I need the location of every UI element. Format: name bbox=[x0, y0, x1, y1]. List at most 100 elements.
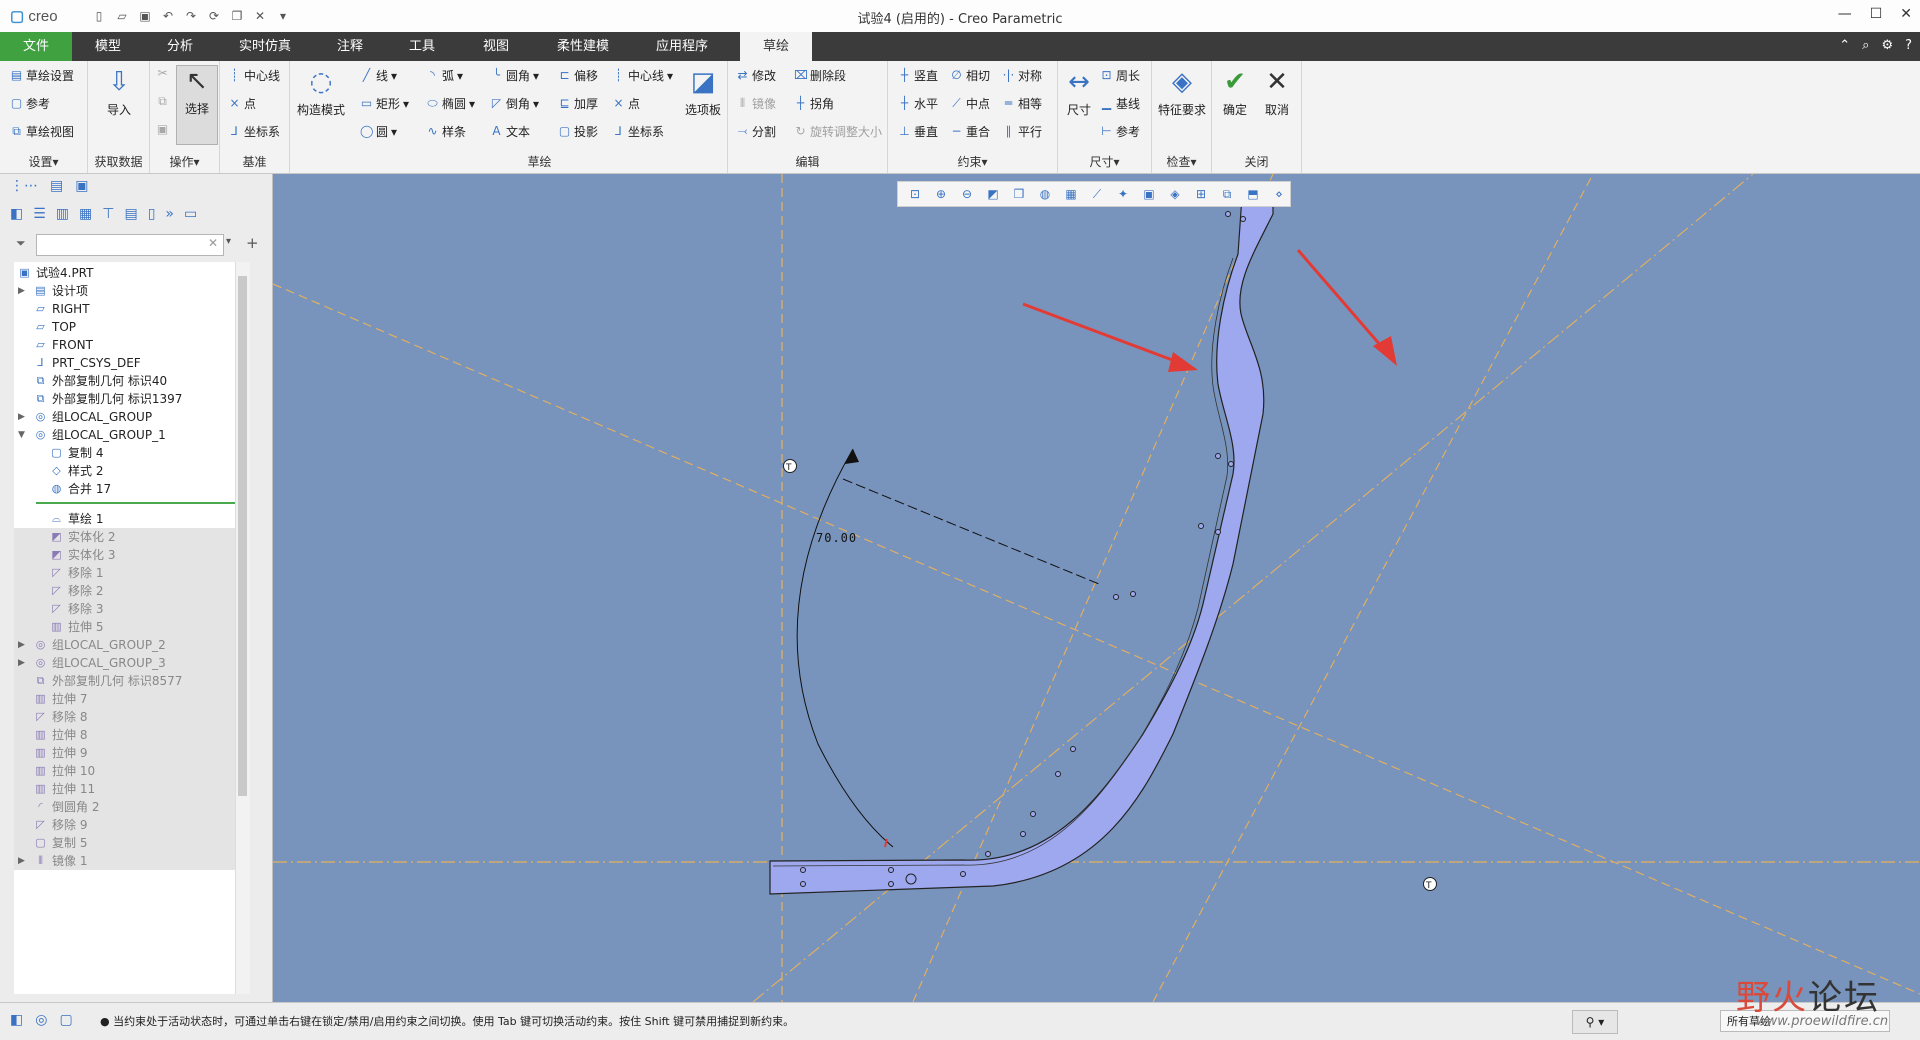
hole[interactable] bbox=[800, 867, 806, 873]
modify-button[interactable]: ⇄ 修改 bbox=[736, 67, 776, 84]
dimension-extension-line[interactable] bbox=[842, 478, 1100, 585]
import-button[interactable]: ⇩ 导入 bbox=[98, 67, 140, 118]
references-button[interactable]: ▢ 参考 bbox=[10, 95, 50, 112]
baseline-button[interactable]: ▁ 基线 bbox=[1100, 95, 1140, 112]
project-button[interactable]: ▢ 投影 bbox=[558, 123, 598, 140]
hole[interactable] bbox=[1020, 831, 1026, 837]
group-label-dimension[interactable]: 尺寸▾ bbox=[1058, 153, 1151, 170]
tree-item[interactable]: ▥ 拉伸 5 bbox=[14, 618, 250, 636]
tree-item[interactable]: ▥ 拉伸 11 bbox=[14, 780, 250, 798]
symmetric-constraint-button[interactable]: ⋅|⋅ 对称 bbox=[1002, 67, 1042, 84]
close-icon[interactable]: ✕ bbox=[1900, 6, 1912, 22]
tree-item[interactable]: ▶ ◎ 组LOCAL_GROUP_2 bbox=[14, 636, 250, 654]
thicken-button[interactable]: ⊑ 加厚 bbox=[558, 95, 598, 112]
fillet-button[interactable]: ╰ 圆角 ▾ bbox=[490, 67, 539, 84]
filter-dropdown-icon[interactable]: ▾ bbox=[226, 236, 231, 247]
offset-button[interactable]: ⊏ 偏移 bbox=[558, 67, 598, 84]
tree-item[interactable]: ▶ ▤ 设计项 bbox=[14, 282, 250, 300]
datum-display-icon[interactable]: ⟋ bbox=[1086, 187, 1108, 202]
tab-view[interactable]: 视图 bbox=[458, 32, 534, 61]
minimize-icon[interactable]: — bbox=[1838, 6, 1852, 22]
customize-icon[interactable]: ▾ bbox=[276, 9, 290, 23]
browser-toggle-icon[interactable]: ◎ bbox=[35, 1012, 47, 1028]
tree-item[interactable]: ⧉ 外部复制几何 标识40 bbox=[14, 372, 250, 390]
tree-item[interactable]: ▣ 试验4.PRT bbox=[14, 264, 250, 282]
navigator-toggle-icon[interactable]: ◧ bbox=[10, 1012, 23, 1028]
expand-toggle-icon[interactable]: ▶ bbox=[18, 654, 28, 672]
model-tree-tab-icon[interactable]: ⋮⋯ bbox=[10, 178, 38, 194]
tree-item[interactable]: ▱ TOP bbox=[14, 318, 250, 336]
circle-button[interactable]: ◯ 圆 ▾ bbox=[360, 123, 397, 140]
repaint-icon[interactable]: ◩ bbox=[982, 187, 1004, 201]
tree-item[interactable]: ◜ 倒圆角 2 bbox=[14, 798, 250, 816]
hole[interactable] bbox=[1228, 461, 1234, 467]
tree-scrollbar[interactable] bbox=[235, 262, 250, 994]
hole[interactable] bbox=[888, 867, 894, 873]
expand-toggle-icon[interactable]: ▶ bbox=[18, 282, 28, 300]
tree-item[interactable]: ▢ 复制 4 bbox=[14, 444, 250, 462]
tree-item[interactable]: ⅃ PRT_CSYS_DEF bbox=[14, 354, 250, 372]
hole[interactable] bbox=[960, 871, 966, 877]
dimension-button[interactable]: ↔ 尺寸 bbox=[1060, 67, 1098, 118]
part-inner-edge[interactable] bbox=[772, 257, 1234, 867]
tree-item[interactable]: ⧉ 外部复制几何 标识1397 bbox=[14, 390, 250, 408]
delete-segment-button[interactable]: ⌧ 删除段 bbox=[794, 67, 846, 84]
insert-here-marker[interactable] bbox=[36, 502, 250, 504]
selection-filter-button[interactable]: ⚲ ▾ bbox=[1572, 1010, 1618, 1034]
search-icon[interactable]: ⌕ bbox=[1862, 38, 1869, 53]
fullscreen-icon[interactable]: ▢ bbox=[59, 1012, 72, 1028]
tree-item[interactable]: ▱ FRONT bbox=[14, 336, 250, 354]
expand-toggle-icon[interactable]: ▶ bbox=[18, 636, 28, 654]
favorites-tab-icon[interactable]: ▣ bbox=[75, 178, 88, 194]
text-button[interactable]: A 文本 bbox=[490, 123, 530, 140]
close-window-icon[interactable]: ✕ bbox=[253, 9, 267, 23]
sketch-setup-button[interactable]: ▤ 草绘设置 bbox=[10, 67, 74, 84]
tree-item[interactable]: ◸ 移除 9 bbox=[14, 816, 250, 834]
sketcher-display-icon[interactable]: ⊞ bbox=[1190, 187, 1212, 201]
tree-item[interactable]: ◸ 移除 1 bbox=[14, 564, 250, 582]
tangent-constraint-button[interactable]: ∅ 相切 bbox=[950, 67, 990, 84]
view-manager-icon[interactable]: ▦ bbox=[1060, 187, 1082, 201]
tree-item[interactable]: ▥ 拉伸 9 bbox=[14, 744, 250, 762]
scrollbar-thumb[interactable] bbox=[238, 276, 247, 796]
tree-item[interactable]: ▢ 复制 5 bbox=[14, 834, 250, 852]
dimension-display-icon[interactable]: ⧉ bbox=[1216, 187, 1238, 202]
hole[interactable] bbox=[1215, 529, 1221, 535]
vertex-display-icon[interactable]: ⋄ bbox=[1268, 187, 1290, 201]
tab-tools[interactable]: 工具 bbox=[386, 32, 458, 61]
collapse-ribbon-icon[interactable]: ⌃ bbox=[1839, 38, 1850, 53]
maximize-icon[interactable]: ☐ bbox=[1870, 6, 1883, 22]
folder-browser-tab-icon[interactable]: ▤ bbox=[50, 178, 63, 194]
sketch-graphics[interactable]: 70.00 T T bbox=[273, 174, 1920, 1002]
tree-root-icon[interactable]: ◧ bbox=[10, 206, 23, 222]
tree-item[interactable]: ◇ 样式 2 bbox=[14, 462, 250, 480]
expand-toggle-icon[interactable]: ▶ bbox=[18, 852, 28, 870]
clear-search-icon[interactable]: ✕ bbox=[208, 236, 218, 250]
paste-button[interactable]: ▣ bbox=[156, 123, 169, 136]
tab-model[interactable]: 模型 bbox=[72, 32, 144, 61]
new-icon[interactable]: ▯ bbox=[92, 9, 106, 23]
refit-icon[interactable]: ⊡ bbox=[904, 187, 926, 201]
hole[interactable] bbox=[1030, 811, 1036, 817]
rectangle-button[interactable]: ▭ 矩形 ▾ bbox=[360, 95, 409, 112]
datum-csys-button[interactable]: ⅃ 坐标系 bbox=[228, 123, 280, 140]
tree-search-input[interactable] bbox=[36, 234, 224, 256]
undo-icon[interactable]: ↶ bbox=[161, 9, 175, 23]
tree-item[interactable]: ▼ ◎ 组LOCAL_GROUP_1 bbox=[14, 426, 250, 444]
open-icon[interactable]: ▱ bbox=[115, 9, 129, 23]
add-icon[interactable]: + bbox=[246, 234, 259, 252]
detail-view-icon[interactable]: ▦ bbox=[79, 206, 92, 222]
datum-point-button[interactable]: × 点 bbox=[228, 95, 256, 112]
ok-button[interactable]: ✔ 确定 bbox=[1216, 67, 1254, 118]
tree-item[interactable]: ◸ 移除 8 bbox=[14, 708, 250, 726]
saved-orientations-icon[interactable]: ◍ bbox=[1034, 187, 1056, 201]
cut-button[interactable]: ✂ bbox=[156, 67, 169, 80]
tree-item[interactable]: ▱ RIGHT bbox=[14, 300, 250, 318]
tab-annotate[interactable]: 注释 bbox=[314, 32, 386, 61]
tangent-marker-1[interactable]: T bbox=[783, 459, 797, 474]
sketch-orientation-icon[interactable]: ◈ bbox=[1164, 187, 1186, 201]
tree-item[interactable]: ◩ 实体化 3 bbox=[14, 546, 250, 564]
angle-dimension-value[interactable]: 70.00 bbox=[816, 531, 857, 545]
tab-analysis[interactable]: 分析 bbox=[144, 32, 216, 61]
group-label-operations[interactable]: 操作▾ bbox=[150, 153, 219, 170]
